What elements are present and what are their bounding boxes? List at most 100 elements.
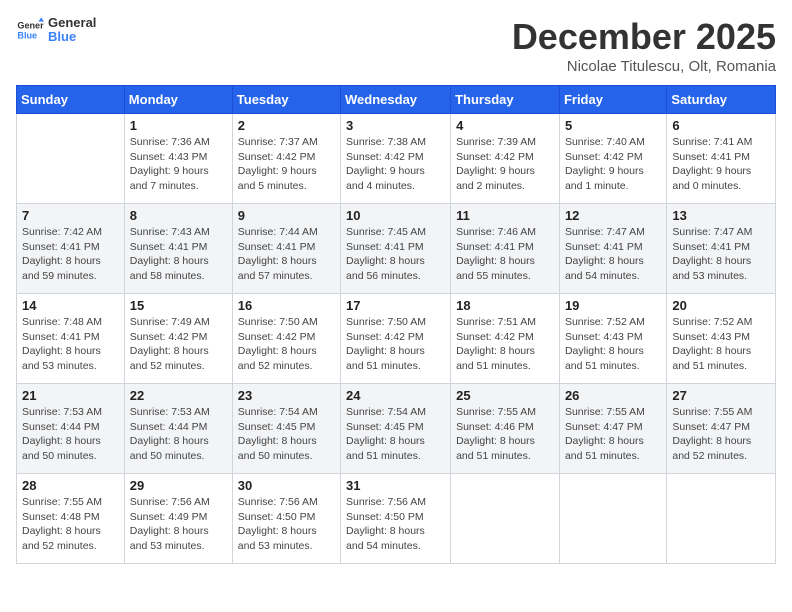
cell-w2-d0: 14Sunrise: 7:48 AMSunset: 4:41 PMDayligh… [17,294,125,384]
header-monday: Monday [124,86,232,114]
cell-w4-d6 [667,474,776,564]
day-number: 12 [565,208,661,223]
day-number: 22 [130,388,227,403]
cell-w3-d6: 27 Sunrise: 7:55 AMSunset: 4:47 PMDayligh… [667,384,776,474]
svg-text:General: General [17,21,44,31]
page-header: General Blue General Blue December 2025 … [16,16,776,75]
day-number: 21 [22,388,119,403]
day-number: 5 [565,118,661,133]
logo-blue: Blue [48,30,96,44]
header-tuesday: Tuesday [232,86,340,114]
svg-text:Blue: Blue [17,31,37,41]
cell-w2-d4: 18Sunrise: 7:51 AMSunset: 4:42 PMDayligh… [451,294,560,384]
cell-w1-d3: 10 Sunrise: 7:45 AMSunset: 4:41 PMDayligh… [341,204,451,294]
cell-w1-d2: 9 Sunrise: 7:44 AMSunset: 4:41 PMDaylight… [232,204,340,294]
cell-w1-d5: 12 Sunrise: 7:47 AMSunset: 4:41 PMDayligh… [559,204,666,294]
day-number: 23 [238,388,335,403]
title-area: December 2025 Nicolae Titulescu, Olt, Ro… [512,16,776,75]
day-number: 29 [130,478,227,493]
day-info: Sunrise: 7:56 AMSunset: 4:50 PMDaylight:… [346,495,445,554]
day-info: Sunrise: 7:55 AMSunset: 4:48 PMDaylight:… [22,495,119,554]
day-info: Sunrise: 7:50 AMSunset: 4:42 PMDaylight:… [238,315,335,374]
day-number: 16 [238,298,335,313]
day-number: 31 [346,478,445,493]
day-info: Sunrise: 7:55 AMSunset: 4:46 PMDaylight:… [456,405,554,464]
cell-w4-d4 [451,474,560,564]
day-info: Sunrise: 7:56 AMSunset: 4:49 PMDaylight:… [130,495,227,554]
day-info: Sunrise: 7:52 AMSunset: 4:43 PMDaylight:… [565,315,661,374]
day-number: 19 [565,298,661,313]
header-thursday: Thursday [451,86,560,114]
day-info: Sunrise: 7:43 AMSunset: 4:41 PMDaylight:… [130,225,227,284]
day-info: Sunrise: 7:39 AMSunset: 4:42 PMDaylight:… [456,135,554,194]
cell-w0-d6: 6 Sunrise: 7:41 AMSunset: 4:41 PMDaylight… [667,114,776,204]
location-subtitle: Nicolae Titulescu, Olt, Romania [512,58,776,75]
day-info: Sunrise: 7:47 AMSunset: 4:41 PMDaylight:… [565,225,661,284]
cell-w3-d5: 26 Sunrise: 7:55 AMSunset: 4:47 PMDayligh… [559,384,666,474]
cell-w4-d1: 29 Sunrise: 7:56 AMSunset: 4:49 PMDayligh… [124,474,232,564]
cell-w3-d2: 23 Sunrise: 7:54 AMSunset: 4:45 PMDayligh… [232,384,340,474]
day-number: 8 [130,208,227,223]
day-number: 2 [238,118,335,133]
cell-w2-d1: 15 Sunrise: 7:49 AMSunset: 4:42 PMDayligh… [124,294,232,384]
day-number: 25 [456,388,554,403]
day-number: 15 [130,298,227,313]
day-info: Sunrise: 7:40 AMSunset: 4:42 PMDaylight:… [565,135,661,194]
day-number: 17 [346,298,445,313]
day-number: 11 [456,208,554,223]
day-info: Sunrise: 7:46 AMSunset: 4:41 PMDaylight:… [456,225,554,284]
cell-w2-d5: 19 Sunrise: 7:52 AMSunset: 4:43 PMDayligh… [559,294,666,384]
day-number: 10 [346,208,445,223]
header-saturday: Saturday [667,86,776,114]
cell-w4-d5 [559,474,666,564]
cell-w3-d3: 24Sunrise: 7:54 AMSunset: 4:45 PMDayligh… [341,384,451,474]
calendar-header: SundayMondayTuesdayWednesdayThursdayFrid… [17,86,776,114]
day-number: 28 [22,478,119,493]
day-info: Sunrise: 7:38 AMSunset: 4:42 PMDaylight:… [346,135,445,194]
day-number: 20 [672,298,770,313]
cell-w4-d0: 28 Sunrise: 7:55 AMSunset: 4:48 PMDayligh… [17,474,125,564]
cell-w0-d3: 3 Sunrise: 7:38 AMSunset: 4:42 PMDaylight… [341,114,451,204]
logo: General Blue General Blue [16,16,96,45]
header-sunday: Sunday [17,86,125,114]
cell-w0-d1: 1Sunrise: 7:36 AMSunset: 4:43 PMDaylight… [124,114,232,204]
day-info: Sunrise: 7:45 AMSunset: 4:41 PMDaylight:… [346,225,445,284]
day-info: Sunrise: 7:42 AMSunset: 4:41 PMDaylight:… [22,225,119,284]
cell-w0-d4: 4Sunrise: 7:39 AMSunset: 4:42 PMDaylight… [451,114,560,204]
cell-w2-d2: 16 Sunrise: 7:50 AMSunset: 4:42 PMDayligh… [232,294,340,384]
day-info: Sunrise: 7:52 AMSunset: 4:43 PMDaylight:… [672,315,770,374]
cell-w1-d4: 11 Sunrise: 7:46 AMSunset: 4:41 PMDayligh… [451,204,560,294]
day-number: 18 [456,298,554,313]
day-info: Sunrise: 7:47 AMSunset: 4:41 PMDaylight:… [672,225,770,284]
day-info: Sunrise: 7:48 AMSunset: 4:41 PMDaylight:… [22,315,119,374]
day-info: Sunrise: 7:55 AMSunset: 4:47 PMDaylight:… [565,405,661,464]
calendar-table: SundayMondayTuesdayWednesdayThursdayFrid… [16,85,776,564]
day-info: Sunrise: 7:54 AMSunset: 4:45 PMDaylight:… [238,405,335,464]
day-info: Sunrise: 7:41 AMSunset: 4:41 PMDaylight:… [672,135,770,194]
day-info: Sunrise: 7:44 AMSunset: 4:41 PMDaylight:… [238,225,335,284]
day-number: 24 [346,388,445,403]
day-number: 27 [672,388,770,403]
day-number: 26 [565,388,661,403]
cell-w4-d3: 31 Sunrise: 7:56 AMSunset: 4:50 PMDayligh… [341,474,451,564]
cell-w1-d0: 7 Sunrise: 7:42 AMSunset: 4:41 PMDaylight… [17,204,125,294]
day-number: 6 [672,118,770,133]
logo-general: General [48,16,96,30]
cell-w0-d0 [17,114,125,204]
cell-w0-d5: 5 Sunrise: 7:40 AMSunset: 4:42 PMDaylight… [559,114,666,204]
cell-w3-d4: 25 Sunrise: 7:55 AMSunset: 4:46 PMDayligh… [451,384,560,474]
day-number: 9 [238,208,335,223]
day-info: Sunrise: 7:49 AMSunset: 4:42 PMDaylight:… [130,315,227,374]
header-friday: Friday [559,86,666,114]
logo-icon: General Blue [16,16,44,44]
day-info: Sunrise: 7:55 AMSunset: 4:47 PMDaylight:… [672,405,770,464]
cell-w3-d1: 22Sunrise: 7:53 AMSunset: 4:44 PMDayligh… [124,384,232,474]
cell-w1-d1: 8 Sunrise: 7:43 AMSunset: 4:41 PMDaylight… [124,204,232,294]
cell-w1-d6: 13Sunrise: 7:47 AMSunset: 4:41 PMDayligh… [667,204,776,294]
day-info: Sunrise: 7:37 AMSunset: 4:42 PMDaylight:… [238,135,335,194]
month-title: December 2025 [512,16,776,58]
day-number: 3 [346,118,445,133]
cell-w2-d6: 20 Sunrise: 7:52 AMSunset: 4:43 PMDayligh… [667,294,776,384]
day-number: 30 [238,478,335,493]
day-number: 7 [22,208,119,223]
